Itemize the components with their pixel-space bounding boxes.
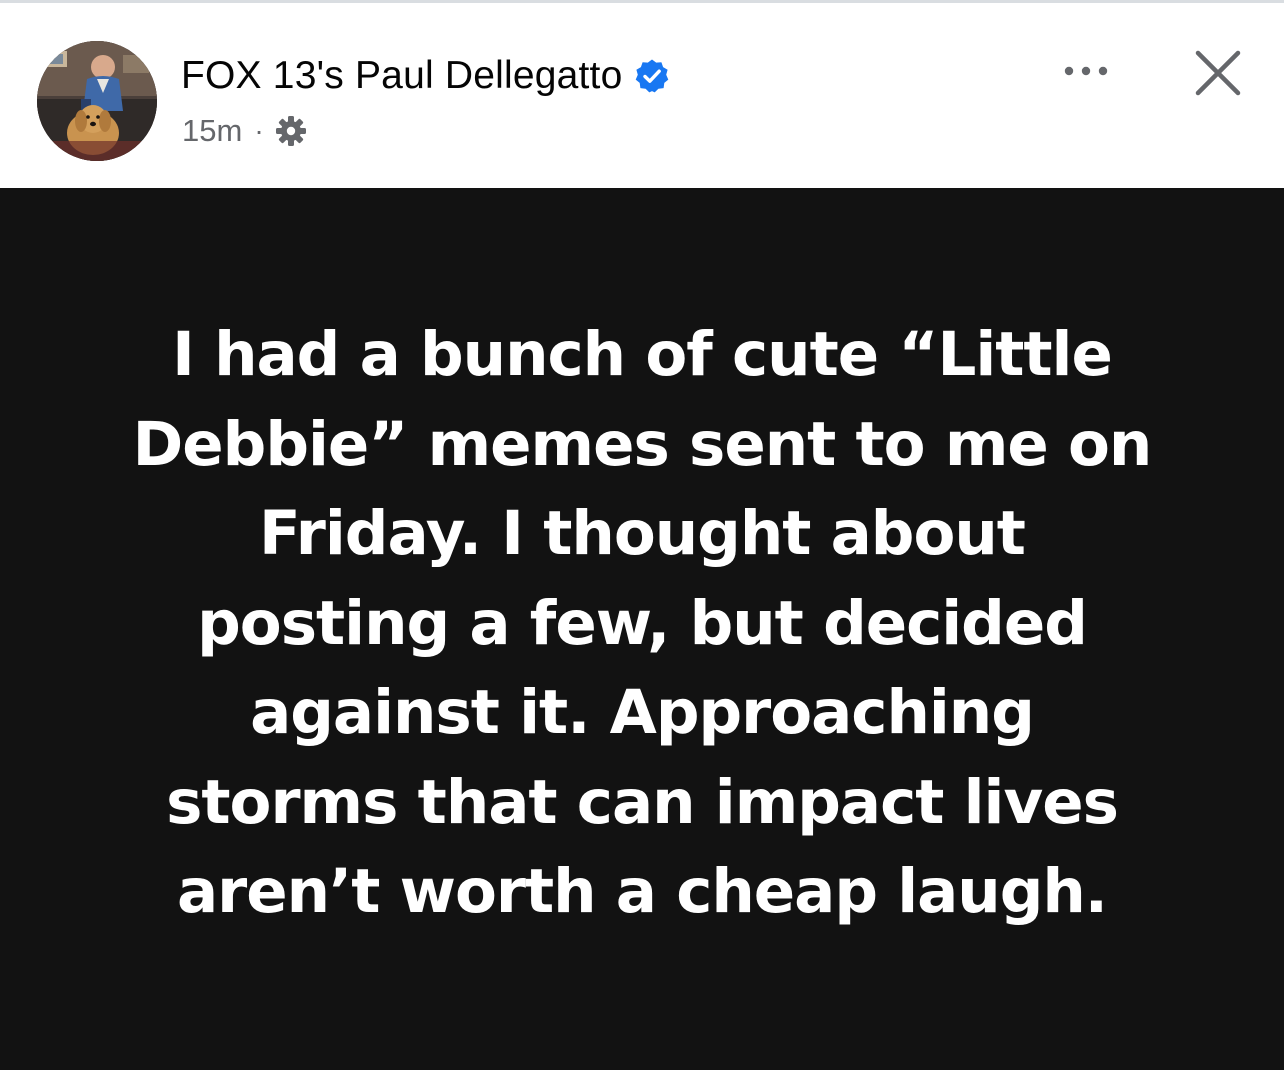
post-text-line: Debbie” memes sent to me on: [132, 408, 1153, 480]
post-header: FOX 13's Paul Dellegatto 15m ·: [0, 3, 1284, 188]
post-text-line: Friday. I thought about: [259, 498, 1026, 569]
post-text-line: storms that can impact lives: [166, 766, 1119, 838]
post-timestamp[interactable]: 15m: [182, 113, 242, 149]
post-text-line: aren’t worth a cheap laugh.: [177, 856, 1108, 927]
avatar-photo: [37, 41, 157, 161]
post-meta-row: 15m ·: [182, 111, 308, 151]
page-name-row: FOX 13's Paul Dellegatto: [181, 53, 670, 99]
more-options-button[interactable]: [1058, 55, 1114, 91]
meta-separator: ·: [254, 115, 264, 146]
post-content-card: I had a bunch of cute “Little Debbie” me…: [0, 188, 1284, 1070]
profile-avatar[interactable]: [37, 41, 157, 161]
post-text-line: I had a bunch of cute “Little: [172, 319, 1113, 390]
post-text-line: posting a few, but decided: [197, 587, 1088, 659]
verified-badge-icon: [634, 58, 670, 94]
settings-gear-icon[interactable]: [274, 114, 308, 148]
post-text-line: against it. Approaching: [250, 677, 1035, 748]
more-options-icon: [1061, 64, 1111, 82]
close-button[interactable]: [1190, 45, 1246, 101]
close-icon: [1190, 50, 1246, 105]
page-name[interactable]: FOX 13's Paul Dellegatto: [181, 54, 622, 98]
post-message: I had a bunch of cute “Little Debbie” me…: [60, 310, 1224, 937]
